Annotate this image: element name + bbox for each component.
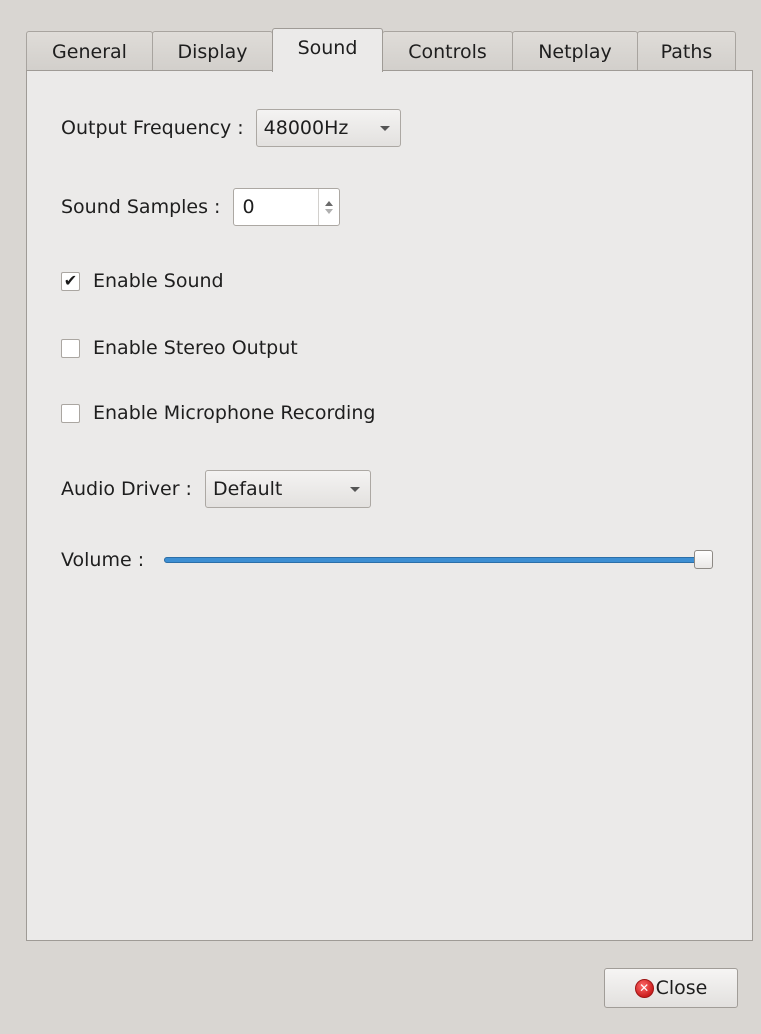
- enable-stereo-checkbox[interactable]: [61, 338, 80, 358]
- output-frequency-label: Output Frequency :: [61, 117, 244, 139]
- enable-sound-checkbox[interactable]: [61, 271, 80, 291]
- sound-samples-spinbox[interactable]: 0: [233, 188, 341, 226]
- enable-stereo-row: Enable Stereo Output: [61, 337, 298, 359]
- close-icon: ✕: [634, 978, 654, 998]
- tab-display[interactable]: Display: [152, 31, 273, 71]
- enable-microphone-label[interactable]: Enable Microphone Recording: [93, 402, 375, 424]
- tab-netplay[interactable]: Netplay: [512, 31, 638, 71]
- output-frequency-value: 48000Hz: [263, 117, 349, 139]
- enable-sound-row: Enable Sound: [61, 270, 224, 292]
- sound-settings-panel: Output Frequency : 48000Hz Sound Samples…: [26, 70, 753, 941]
- tab-general[interactable]: General: [26, 31, 153, 71]
- enable-sound-label[interactable]: Enable Sound: [93, 270, 224, 292]
- chevron-down-icon: [379, 125, 390, 131]
- audio-driver-combo[interactable]: Default: [204, 470, 371, 508]
- sound-samples-value[interactable]: 0: [234, 189, 318, 225]
- close-button-label: Close: [655, 977, 708, 999]
- spin-up-icon[interactable]: [325, 200, 334, 206]
- enable-microphone-checkbox[interactable]: [61, 403, 80, 423]
- tab-bar: General Display Sound Controls Netplay P…: [26, 28, 736, 72]
- enable-stereo-label[interactable]: Enable Stereo Output: [93, 337, 298, 359]
- output-frequency-row: Output Frequency : 48000Hz: [61, 109, 401, 147]
- audio-driver-row: Audio Driver : Default: [61, 470, 371, 508]
- output-frequency-combo[interactable]: 48000Hz: [255, 109, 401, 147]
- audio-driver-label: Audio Driver :: [61, 478, 192, 500]
- tab-paths[interactable]: Paths: [637, 31, 736, 71]
- audio-driver-value: Default: [212, 478, 283, 500]
- sound-samples-label: Sound Samples :: [61, 196, 221, 218]
- chevron-down-icon: [349, 486, 360, 492]
- volume-slider-fill: [164, 557, 704, 563]
- volume-row: Volume :: [61, 549, 714, 571]
- tab-controls[interactable]: Controls: [382, 31, 513, 71]
- sound-samples-row: Sound Samples : 0: [61, 188, 341, 226]
- volume-slider[interactable]: [164, 550, 714, 570]
- tab-sound[interactable]: Sound: [272, 28, 383, 72]
- spin-down-icon[interactable]: [325, 208, 334, 214]
- spin-buttons: [318, 189, 339, 225]
- volume-label: Volume :: [61, 549, 145, 571]
- enable-microphone-row: Enable Microphone Recording: [61, 402, 375, 424]
- volume-slider-handle[interactable]: [694, 550, 714, 569]
- close-button[interactable]: ✕ Close: [604, 968, 738, 1008]
